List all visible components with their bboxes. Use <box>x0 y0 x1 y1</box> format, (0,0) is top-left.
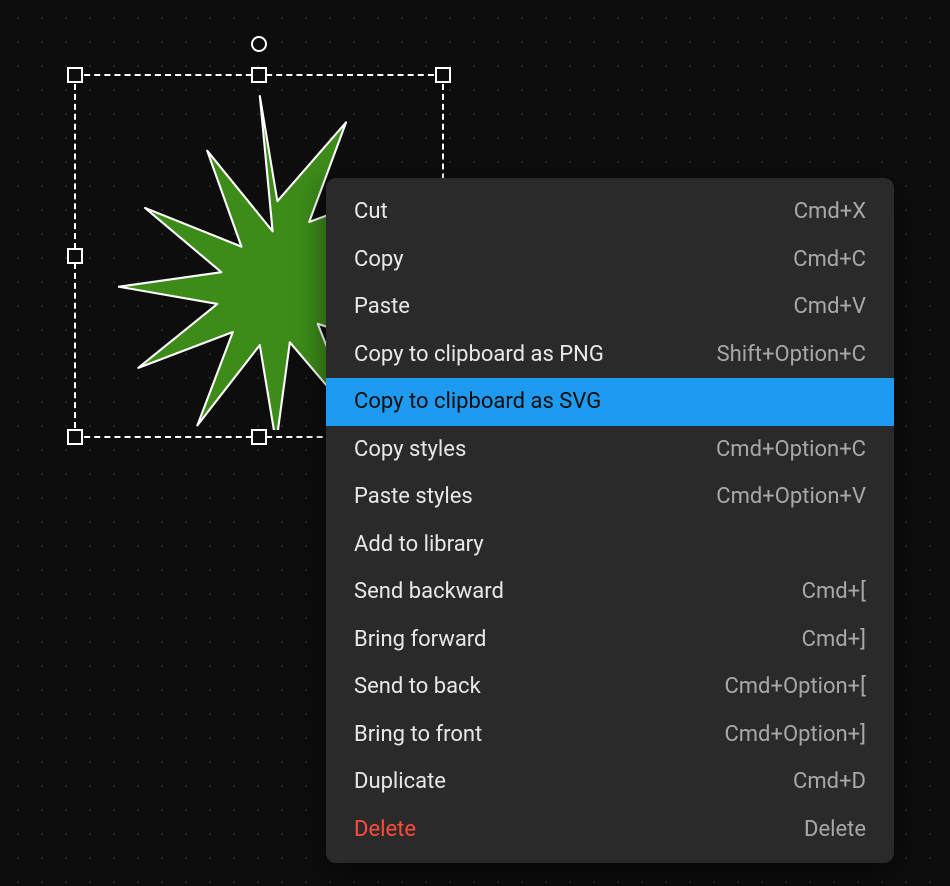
resize-handle-middle-left[interactable] <box>67 248 83 264</box>
menu-item-paste-styles[interactable]: Paste styles Cmd+Option+V <box>326 473 894 521</box>
resize-handle-bottom-left[interactable] <box>67 429 83 445</box>
menu-item-shortcut: Shift+Option+C <box>717 341 866 369</box>
menu-item-shortcut: Cmd+Option+] <box>724 721 866 749</box>
menu-item-label: Copy to clipboard as SVG <box>354 388 601 416</box>
menu-item-copy-styles[interactable]: Copy styles Cmd+Option+C <box>326 426 894 474</box>
menu-item-label: Add to library <box>354 531 484 559</box>
menu-item-copy-to-clipboard-as-png[interactable]: Copy to clipboard as PNG Shift+Option+C <box>326 331 894 379</box>
resize-handle-bottom-middle[interactable] <box>251 429 267 445</box>
menu-item-shortcut: Delete <box>804 816 866 844</box>
menu-item-bring-forward[interactable]: Bring forward Cmd+] <box>326 616 894 664</box>
menu-item-paste[interactable]: Paste Cmd+V <box>326 283 894 331</box>
menu-item-shortcut: Cmd+Option+C <box>716 436 866 464</box>
menu-item-copy-to-clipboard-as-svg[interactable]: Copy to clipboard as SVG <box>326 378 894 426</box>
context-menu: Cut Cmd+X Copy Cmd+C Paste Cmd+V Copy to clipb… <box>326 178 894 863</box>
resize-handle-top-left[interactable] <box>67 67 83 83</box>
menu-item-label: Bring forward <box>354 626 486 654</box>
menu-item-send-backward[interactable]: Send backward Cmd+[ <box>326 568 894 616</box>
menu-item-shortcut: Cmd+D <box>793 768 866 796</box>
menu-item-label: Copy to clipboard as PNG <box>354 341 604 369</box>
menu-item-label: Paste styles <box>354 483 473 511</box>
rotate-handle-icon[interactable] <box>251 36 267 52</box>
menu-item-duplicate[interactable]: Duplicate Cmd+D <box>326 758 894 806</box>
menu-item-label: Duplicate <box>354 768 446 796</box>
menu-item-bring-to-front[interactable]: Bring to front Cmd+Option+] <box>326 711 894 759</box>
menu-item-cut[interactable]: Cut Cmd+X <box>326 188 894 236</box>
canvas[interactable]: Cut Cmd+X Copy Cmd+C Paste Cmd+V Copy to clipb… <box>0 0 950 886</box>
menu-item-shortcut: Cmd+C <box>793 246 866 274</box>
menu-item-delete[interactable]: Delete Delete <box>326 806 894 854</box>
menu-item-label: Paste <box>354 293 410 321</box>
menu-item-label: Bring to front <box>354 721 482 749</box>
menu-item-label: Cut <box>354 198 388 226</box>
menu-item-label: Copy styles <box>354 436 466 464</box>
menu-item-shortcut: Cmd+] <box>802 626 866 654</box>
menu-item-shortcut: Cmd+Option+V <box>716 483 866 511</box>
menu-item-label: Send backward <box>354 578 504 606</box>
menu-item-add-to-library[interactable]: Add to library <box>326 521 894 569</box>
resize-handle-top-right[interactable] <box>435 67 451 83</box>
menu-item-copy[interactable]: Copy Cmd+C <box>326 236 894 284</box>
menu-item-label: Send to back <box>354 673 481 701</box>
menu-item-shortcut: Cmd+Option+[ <box>724 673 866 701</box>
menu-item-send-to-back[interactable]: Send to back Cmd+Option+[ <box>326 663 894 711</box>
menu-item-shortcut: Cmd+X <box>794 198 866 226</box>
menu-item-label: Copy <box>354 246 404 274</box>
menu-item-label: Delete <box>354 816 416 844</box>
resize-handle-top-middle[interactable] <box>251 67 267 83</box>
menu-item-shortcut: Cmd+V <box>793 293 866 321</box>
menu-item-shortcut: Cmd+[ <box>802 578 866 606</box>
